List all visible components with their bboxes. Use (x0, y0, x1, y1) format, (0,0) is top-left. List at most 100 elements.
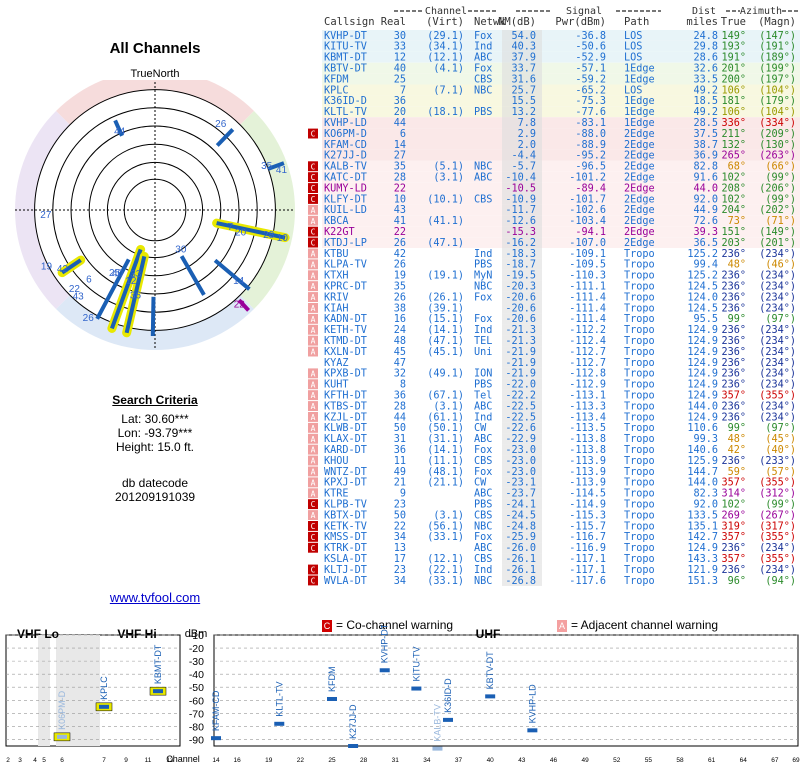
cell-callsign: KLAX-DT (324, 434, 367, 445)
cell-path: Tropo (624, 445, 655, 456)
table-row[interactable]: A KPXB-DT 32 (49.1) ION -21.9 -112.8 Tropo 124.9… (308, 367, 800, 380)
table-row[interactable]: KYAZ 47 -21.9 -112.7 Tropo 124.9 236° (234°) (322, 357, 800, 369)
cell-azimuth-magn: (130°) (759, 140, 796, 151)
table-row[interactable]: KFDM 25 CBS 31.6 -59.2 1Edge 33.5 200° (197°) (322, 73, 800, 86)
cell-azimuth-magn: (234°) (759, 347, 796, 358)
table-row[interactable]: C KETK-TV 22 (56.1) NBC -24.8 -115.7 Tropo 135.1… (308, 520, 800, 533)
table-row[interactable]: A KUHT 8 PBS -22.0 -112.9 Tropo 124.9 236° (234°) (308, 378, 800, 391)
table-row[interactable]: A KUIL-LD 43 -11.7 -102.6 2Edge 44.9 204° (202°) (308, 204, 800, 216)
table-row[interactable]: KBTV-DT 40 (4.1) Fox 33.7 -57.1 1Edge 32.6 201° (… (322, 62, 800, 75)
table-row[interactable]: KLTL-TV 20 (18.1) PBS 13.2 -77.6 1Edge 49.2 106°… (322, 106, 800, 118)
table-row[interactable]: C KMSS-DT 34 (33.1) Fox -25.9 -116.7 Tropo 142.7… (308, 531, 800, 543)
table-row[interactable]: A KRIV 26 (26.1) Fox -20.6 -111.4 Tropo 124.0 236… (308, 291, 800, 304)
table-row[interactable]: KFAM-CD 14 2.0 -88.9 2Edge 38.7 132° (130°) (322, 139, 800, 151)
cell-callsign: KYAZ (324, 358, 349, 369)
table-row[interactable]: KPLC 7 (7.1) NBC 25.7 -65.2 LOS 49.2 106° (104°) (322, 84, 800, 97)
channel-warning-letter: A (311, 435, 316, 444)
cell-azimuth-true: 102° (721, 500, 746, 511)
channel-tick-label: 34 (423, 757, 431, 764)
table-row[interactable]: A KLAX-DT 31 (31.1) ABC -22.9 -113.8 Tropo 99.3 4… (308, 433, 800, 445)
cell-azimuth-magn: (234°) (759, 249, 796, 260)
cell-azimuth-magn: (234°) (759, 412, 796, 423)
table-row[interactable]: A KBCA 41 (41.1) -12.6 -103.4 2Edge 72.6 73° (71°… (308, 215, 800, 227)
table-row[interactable]: C WVLA-DT 34 (33.1) NBC -26.8 -117.6 Tropo 151.3… (308, 575, 800, 587)
table-row[interactable]: KITU-TV 33 (34.1) Ind 40.3 -50.6 LOS 29.8 193° (1… (322, 40, 800, 53)
cell-path: 1Edge (624, 74, 655, 85)
table-row[interactable]: A KIAH 38 (39.1) -20.6 -111.4 Tropo 124.5 236° (2… (308, 302, 800, 315)
table-row[interactable]: A KETH-TV 24 (14.1) Ind -21.3 -112.2 Tropo 124.9… (308, 324, 800, 336)
cell-path: 1Edge (624, 118, 655, 129)
radar-channel-label: 43 (73, 291, 85, 302)
cell-path: Tropo (624, 532, 655, 543)
page-title: All Channels (109, 40, 201, 57)
tvfool-link[interactable]: www.tvfool.com (0, 590, 310, 605)
cell-nm: 40.3 (511, 42, 536, 53)
table-row[interactable]: C KLTJ-DT 23 (22.1) Ind -26.1 -117.1 Tropo 121.9… (308, 564, 800, 576)
cell-path: LOS (624, 85, 642, 96)
table-row[interactable]: C K22GT 22 -15.3 -94.1 2Edge 39.3 151° (149°) (308, 226, 800, 238)
cell-real: 24 (394, 325, 406, 336)
table-row[interactable]: K27JJ-D 27 -4.4 -95.2 2Edge 36.9 265° (263°) (322, 149, 800, 162)
table-row[interactable]: KVHP-DT 30 (29.1) Fox 54.0 -36.8 LOS 24.8 149° (1… (322, 30, 800, 42)
cell-pwr: -113.9 (569, 456, 606, 467)
cell-dist: 92.0 (693, 500, 718, 511)
cell-azimuth-true: 48° (728, 434, 746, 445)
cell-azimuth-true: 236° (721, 347, 746, 358)
table-row[interactable]: KSLA-DT 17 (12.1) CBS -26.1 -117.1 Tropo 143.3 3… (322, 553, 800, 565)
cell-real: 17 (394, 554, 406, 565)
table-row[interactable]: C KLFY-DT 10 (10.1) CBS -10.9 -101.7 2Edge 92.0 1… (308, 193, 800, 206)
table-row[interactable]: A KTXH 19 (19.1) MyN -19.5 -110.3 Tropo 125.2 236… (308, 269, 800, 282)
table-row[interactable]: A KPXJ-DT 21 (21.1) CW -23.1 -113.9 Tropo 144.0 3… (308, 476, 800, 489)
cell-real: 27 (394, 151, 406, 162)
cell-callsign: KATC-DT (324, 173, 367, 184)
channel-warning-letter: A (311, 489, 316, 498)
cell-dist: 144.7 (687, 467, 718, 478)
table-row[interactable]: A KBTX-DT 50 (3.1) CBS -24.5 -115.3 Tropo 133.5 2… (308, 509, 800, 522)
cell-azimuth-magn: (97°) (765, 314, 796, 325)
vhf-lo-label: VHF Lo (17, 627, 59, 641)
cell-nm: -18.7 (505, 260, 536, 271)
table-row[interactable]: A KTMD-DT 48 (47.1) TEL -21.3 -112.4 Tropo 124.9… (308, 335, 800, 347)
cell-real: 50 (394, 510, 406, 521)
cell-virt: (39.1) (427, 303, 464, 314)
table-row[interactable]: A KLWB-DT 50 (50.1) CW -22.6 -113.5 Tropo 110.6 9… (308, 422, 800, 434)
table-row[interactable]: C KLPB-TV 23 PBS -24.1 -114.9 Tropo 92.0 102° (99… (308, 498, 800, 511)
table-row[interactable]: C KTDJ-LP 26 (47.1) -16.2 -107.0 2Edge 36.5 203°… (308, 237, 800, 249)
table-row[interactable]: C KALB-TV 35 (5.1) NBC -5.7 -96.5 2Edge 82.8 68° (… (308, 160, 800, 173)
table-row[interactable]: A KFTH-DT 36 (67.1) Tel -22.2 -113.1 Tropo 124.9… (308, 389, 800, 402)
cell-real: 41 (394, 216, 406, 227)
cell-azimuth-true: 236° (721, 401, 746, 412)
table-row[interactable]: C KO6PM-D 6 2.9 -88.0 2Edge 37.5 211° (209°) (308, 128, 800, 140)
table-row[interactable]: A KTRE 9 ABC -23.7 -114.5 Tropo 82.3 314° (312°) (308, 487, 800, 500)
table-row[interactable]: A KTBU 42 Ind -18.3 -109.1 Tropo 125.2 236° (234°… (308, 248, 800, 260)
cell-pwr: -116.9 (569, 543, 606, 554)
cell-nm: 2.9 (518, 129, 536, 140)
table-row[interactable]: KBMT-DT 12 (12.1) ABC 37.9 -52.9 LOS 28.6 191° (1… (322, 51, 800, 64)
table-row[interactable]: A KARD-DT 36 (14.1) Fox -23.0 -113.8 Tropo 140.6… (308, 444, 800, 456)
height-text: Height: 15.0 ft. (115, 440, 195, 454)
table-row[interactable]: A KXLN-DT 45 (45.1) Uni -21.9 -112.7 Tropo 124.9… (308, 346, 800, 358)
cell-nm: -21.3 (505, 325, 536, 336)
cell-azimuth-magn: (99°) (765, 194, 796, 205)
table-row[interactable]: A KTBS-DT 28 (3.1) ABC -22.5 -113.3 Tropo 144.0 2… (308, 400, 800, 413)
channel-warning-letter: A (311, 337, 316, 346)
table-row[interactable]: A KZJL-DT 44 (61.1) Ind -22.5 -113.4 Tropo 124.9… (308, 411, 800, 424)
table-row[interactable]: C KUMY-LD 22 -10.5 -89.4 2Edge 44.0 208° (206°) (308, 182, 800, 195)
cell-nm: -25.9 (505, 532, 536, 543)
channel-warning-letter: C (311, 162, 316, 171)
cell-real: 19 (394, 271, 406, 282)
cell-nm: -21.9 (505, 358, 536, 369)
table-row[interactable]: A KPRC-DT 35 NBC -20.3 -111.1 Tropo 124.5 236° (2… (308, 280, 800, 293)
table-row[interactable]: A WNTZ-DT 49 (48.1) Fox -23.0 -113.9 Tropo 144.7… (308, 466, 800, 478)
table-row[interactable]: A KLPA-TV 26 PBS -18.7 -109.5 Tropo 99.4 48° (46°… (308, 258, 800, 271)
table-row[interactable]: A KHOU 11 (11.1) CBS -23.0 -113.9 Tropo 125.9 236… (308, 455, 800, 467)
table-row[interactable]: C KATC-DT 28 (3.1) ABC -10.4 -101.2 2Edge 91.6 10… (308, 171, 800, 184)
table-row[interactable]: A KADN-DT 16 (15.1) Fox -20.6 -111.4 Tropo 95.5 9… (308, 313, 800, 325)
station-bar-label: KVHP-DT (380, 625, 390, 663)
table-row[interactable]: C KTRK-DT 13 ABC -26.0 -116.9 Tropo 124.9 236° (2… (308, 542, 800, 554)
table-row[interactable]: KVHP-LD 44 7.8 -83.1 1Edge 28.5 336° (334°) (322, 117, 800, 129)
cell-path: Tropo (624, 303, 655, 314)
channel-warning-letter: A (311, 446, 316, 455)
cell-dist: 29.8 (693, 42, 718, 53)
table-row[interactable]: K36ID-D 36 15.5 -75.3 1Edge 18.5 181° (179°) (322, 95, 800, 107)
